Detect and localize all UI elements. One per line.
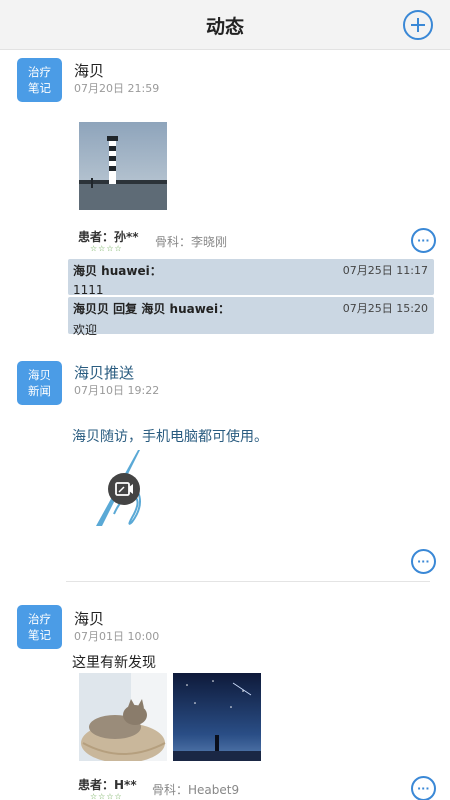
category-badge: 治疗 笔记 <box>17 58 62 102</box>
post-time: 07月10日 19:22 <box>74 384 160 397</box>
page-title: 动态 <box>205 16 244 38</box>
night-sky-photo[interactable] <box>173 673 261 761</box>
video-play-icon[interactable] <box>108 473 140 505</box>
comment-icon[interactable]: ··· <box>411 228 436 253</box>
reply-time: 07月25日 15:20 <box>342 302 428 315</box>
cat-photo[interactable] <box>79 673 167 761</box>
post-card: 海贝 新闻 海贝推送 07月10日 19:22 海贝随访，手机电脑都可使用。 ·… <box>0 350 450 582</box>
comment-icon[interactable]: ··· <box>411 549 436 574</box>
reply-text: 欢迎 <box>73 323 98 337</box>
plus-circle-icon[interactable] <box>403 10 433 40</box>
reply-text: 1111 <box>73 283 104 297</box>
patient-info: 患者：孙** ☆☆☆☆ 骨科：李晓刚 <box>78 228 428 258</box>
reply-item[interactable]: 海贝 huawei： 07月25日 11:17 1111 <box>68 259 434 297</box>
author-name[interactable]: 海贝 <box>74 60 104 81</box>
post-time: 07月20日 21:59 <box>74 82 160 95</box>
post-time: 07月01日 10:00 <box>74 630 160 643</box>
patient-info: 患者：H** ☆☆☆☆ 骨科：Heabet9 <box>78 776 428 800</box>
feed-list[interactable]: 治疗 笔记 海贝 07月20日 21:59 患者：孙** ☆☆☆☆ 骨科：李晓刚… <box>0 50 450 800</box>
post-divider <box>66 581 430 582</box>
post-card: 治疗 笔记 海贝 07月20日 21:59 患者：孙** ☆☆☆☆ 骨科：李晓刚… <box>0 50 450 340</box>
department-label: 骨科：李晓刚 <box>155 235 228 249</box>
comment-icon[interactable]: ··· <box>411 776 436 800</box>
post-content: 海贝随访，手机电脑都可使用。 <box>72 429 268 445</box>
post-card: 治疗 笔记 海贝 07月01日 10:00 这里有新发现 患者：H** ☆☆☆☆… <box>0 602 450 800</box>
author-name[interactable]: 海贝 <box>74 608 104 629</box>
department-label: 骨科：Heabet9 <box>152 783 240 797</box>
lighthouse-photo[interactable] <box>79 122 167 210</box>
patient-label: 患者：孙** <box>78 230 139 244</box>
post-content: 这里有新发现 <box>72 655 156 671</box>
reply-time: 07月25日 11:17 <box>342 264 428 277</box>
author-name[interactable]: 海贝推送 <box>74 362 134 383</box>
category-badge: 海贝 新闻 <box>17 361 62 405</box>
reply-item[interactable]: 海贝贝 回复 海贝 huawei： 07月25日 15:20 欢迎 <box>68 297 434 337</box>
navbar: 动态 <box>0 0 450 50</box>
rating-stars: ☆☆☆☆ <box>90 792 123 800</box>
patient-label: 患者：H** <box>78 778 137 792</box>
category-badge: 治疗 笔记 <box>17 605 62 649</box>
rating-stars: ☆☆☆☆ <box>90 244 123 253</box>
